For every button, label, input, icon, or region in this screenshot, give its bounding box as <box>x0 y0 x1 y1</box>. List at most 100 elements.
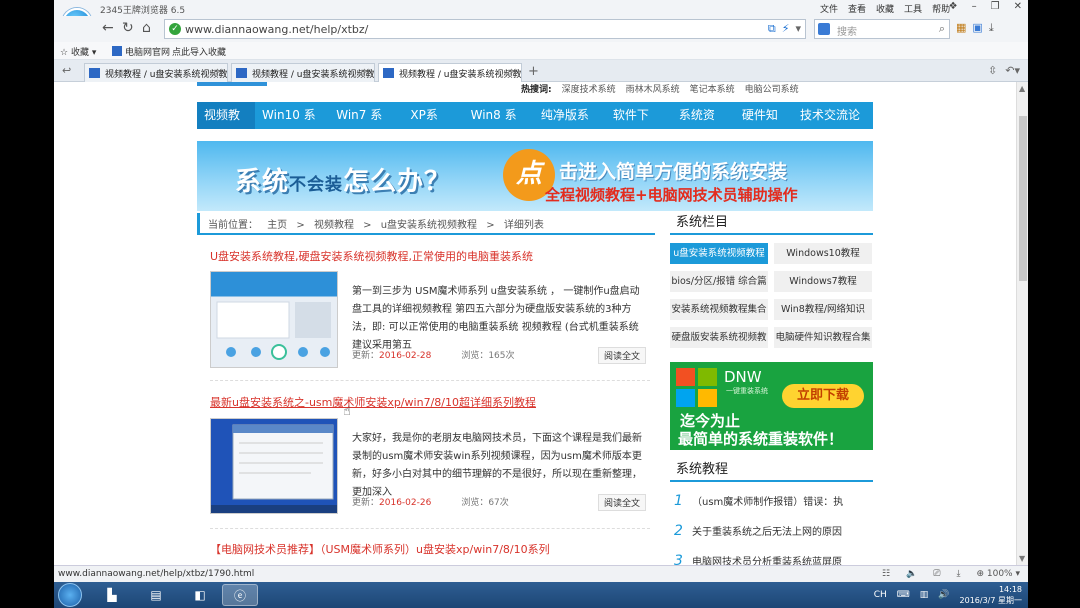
restore-tab-icon[interactable]: ↩ <box>62 64 71 77</box>
nav-forum[interactable]: 技术交流论坛 <box>793 102 873 149</box>
tutorial-item[interactable]: 3 电脑网技术员分析重装系统蓝屏原 <box>670 546 873 565</box>
search-engine-icon[interactable] <box>818 23 830 35</box>
vertical-scrollbar[interactable]: ▲ ▼ <box>1016 82 1028 565</box>
volume-icon[interactable]: 🔈 <box>906 569 917 579</box>
tag-win8[interactable]: Win8教程/网络知识 <box>774 299 872 320</box>
tag-usb-video[interactable]: u盘安装系统视频教程 <box>670 243 768 264</box>
address-url[interactable]: www.diannaowang.net/help/xtbz/ <box>185 23 368 36</box>
scroll-down-icon[interactable]: ▼ <box>1019 554 1025 563</box>
tab-list-icon[interactable]: ⇳ <box>988 64 997 77</box>
hot-link[interactable]: 笔记本系统 <box>690 82 735 95</box>
tutorial-title[interactable]: 关于重装系统之后无法上网的原因 <box>692 527 842 538</box>
nav-win7[interactable]: Win7 系统 <box>329 102 396 149</box>
tutorial-item[interactable]: 2 关于重装系统之后无法上网的原因 <box>670 516 873 546</box>
nav-win10[interactable]: Win10 系统 <box>255 102 329 149</box>
hot-link[interactable]: 深度技术系统 <box>562 82 616 95</box>
tag-win10[interactable]: Windows10教程 <box>774 243 872 264</box>
clock[interactable]: 14:18 2016/3/7 星期一 <box>960 584 1022 606</box>
tag-harddisk[interactable]: 硬盘版安装系统视频教 <box>670 327 768 348</box>
hot-link[interactable]: 雨林木风系统 <box>626 82 680 95</box>
favorite-item-import[interactable]: 点此导入收藏 <box>172 45 226 58</box>
nav-xp[interactable]: XP系统 <box>396 102 460 149</box>
menu-tools[interactable]: 工具 <box>904 2 922 15</box>
read-more-button[interactable]: 阅读全文 <box>598 494 647 511</box>
speed-mode-icon[interactable]: ⚡ <box>782 22 790 36</box>
close-icon[interactable]: ✕ <box>1014 1 1022 12</box>
restore-icon[interactable]: ❐ <box>991 1 1000 12</box>
breadcrumb-current: 详细列表 <box>503 220 544 231</box>
article-title[interactable]: 最新u盘安装系统之-usm魔术师安装xp/win7/8/10超详细系列教程 <box>210 394 536 410</box>
tab-close-icon[interactable]: × <box>509 67 517 77</box>
download-ad-banner[interactable]: DNW 一键重装系统 立即下载 迄今为止 最简单的系统重装软件！ <box>670 362 873 450</box>
download-status-icon[interactable]: ⤓ <box>956 569 960 579</box>
refresh-icon[interactable]: ↻ <box>122 20 134 36</box>
search-box[interactable]: 搜索 ⌕ <box>814 19 950 39</box>
article-thumbnail[interactable] <box>210 271 338 368</box>
tag-install-video[interactable]: 安装系统视频教程集合 <box>670 299 768 320</box>
reader-mode-icon[interactable]: ⧉ <box>768 22 776 36</box>
minimize-icon[interactable]: – <box>972 1 977 12</box>
hot-link[interactable]: 电脑公司系统 <box>745 82 799 95</box>
menu-file[interactable]: 文件 <box>820 2 838 15</box>
home-icon[interactable]: ⌂ <box>142 20 151 36</box>
screenshot-icon[interactable]: ⎚ <box>933 569 940 579</box>
nav-news[interactable]: 系统资讯 <box>667 102 735 149</box>
site-logo-partial[interactable] <box>197 82 267 86</box>
tutorial-title[interactable]: 电脑网技术员分析重装系统蓝屏原 <box>692 557 842 565</box>
breadcrumb-home[interactable]: 主页 <box>267 220 287 231</box>
input-language[interactable]: CH <box>874 590 887 600</box>
download-icon[interactable]: ⤓ <box>989 21 994 35</box>
tab-1[interactable]: 视频教程 / u盘安装系统视频教 × <box>84 63 228 82</box>
tab-close-icon[interactable]: × <box>215 67 223 77</box>
promo-banner[interactable]: 系统不会装怎么办？ 点 击进入简单方便的系统安装 全程视频教程+电脑网技术员辅助… <box>197 141 873 211</box>
nav-video-tutorials[interactable]: 视频教程 <box>197 102 256 149</box>
download-now-button[interactable]: 立即下载 <box>782 384 864 408</box>
article-title[interactable]: 【电脑网技术员推荐】（USM魔术师系列）u盘安装xp/win7/8/10系列 <box>210 541 550 557</box>
tutorial-title[interactable]: （usm魔术师制作报错）错误：执 <box>692 497 843 508</box>
menu-help[interactable]: 帮助 <box>932 2 950 15</box>
favorite-item-diannaowang[interactable]: 电脑网官网 <box>112 45 170 58</box>
breadcrumb-video[interactable]: 视频教程 <box>314 220 354 231</box>
undo-close-icon[interactable]: ↶▾ <box>1005 64 1020 77</box>
nav-pure[interactable]: 纯净版系统 <box>534 102 603 149</box>
menu-view[interactable]: 查看 <box>848 2 866 15</box>
compat-mode-icon[interactable]: ☷ <box>882 569 890 579</box>
scroll-up-icon[interactable]: ▲ <box>1019 84 1025 93</box>
taskbar-app-icon[interactable]: ▙ <box>94 584 130 606</box>
start-button-icon[interactable] <box>58 583 82 607</box>
nav-hardware[interactable]: 硬件知识 <box>735 102 793 149</box>
article-views: 浏览：67次 <box>461 498 509 508</box>
article-title[interactable]: U盘安装系统教程,硬盘安装系统视频教程,正常使用的电脑重装系统 <box>210 248 533 264</box>
tray-keyboard-icon[interactable]: ⌨ <box>897 590 910 600</box>
tag-win7[interactable]: Windows7教程 <box>774 271 872 292</box>
tray-network-icon[interactable]: ▥ <box>920 590 929 600</box>
search-icon[interactable]: ⌕ <box>939 22 945 36</box>
article-thumbnail[interactable] <box>210 418 338 514</box>
taskbar-app-icon[interactable]: ▤ <box>138 584 174 606</box>
tag-bios[interactable]: bios/分区/报错 综合篇 <box>670 271 768 292</box>
scrollbar-thumb[interactable] <box>1019 116 1027 281</box>
tag-hardware[interactable]: 电脑硬件知识教程合集 <box>774 327 872 348</box>
tab-close-icon[interactable]: × <box>362 67 370 77</box>
apps-icon[interactable]: ▦ <box>956 21 966 35</box>
new-tab-icon[interactable]: + <box>528 64 539 79</box>
extensions-icon[interactable]: ▣ <box>972 21 982 35</box>
taskbar-app-icon[interactable]: ◧ <box>182 584 218 606</box>
address-bar[interactable]: ✓ www.diannaowang.net/help/xtbz/ ⧉ ⚡ ▾ <box>164 19 806 39</box>
tab-3-active[interactable]: 视频教程 / u盘安装系统视频教 × <box>378 63 522 82</box>
skin-icon[interactable]: ❖ <box>949 1 958 12</box>
tutorial-item[interactable]: 1 （usm魔术师制作报错）错误：执 <box>670 486 873 516</box>
back-arrow-icon[interactable]: ← <box>102 20 114 36</box>
breadcrumb-usb[interactable]: u盘安装系统视频教程 <box>381 220 477 231</box>
taskbar-browser-icon[interactable]: ⓔ <box>222 584 258 606</box>
tab-2[interactable]: 视频教程 / u盘安装系统视频教 × <box>231 63 375 82</box>
tray-speaker-icon[interactable]: 🔊 <box>938 590 949 600</box>
tab-favicon-icon <box>236 68 247 78</box>
read-more-button[interactable]: 阅读全文 <box>598 347 647 364</box>
menu-favorites[interactable]: 收藏 <box>876 2 894 15</box>
favorites-menu[interactable]: ☆ 收藏 ▾ <box>60 45 96 58</box>
nav-win8[interactable]: Win8 系统 <box>461 102 534 149</box>
nav-software[interactable]: 软件下载 <box>603 102 667 149</box>
dropdown-chevron-icon[interactable]: ▾ <box>795 22 801 36</box>
zoom-level[interactable]: ⊕ 100% ▾ <box>976 569 1020 579</box>
